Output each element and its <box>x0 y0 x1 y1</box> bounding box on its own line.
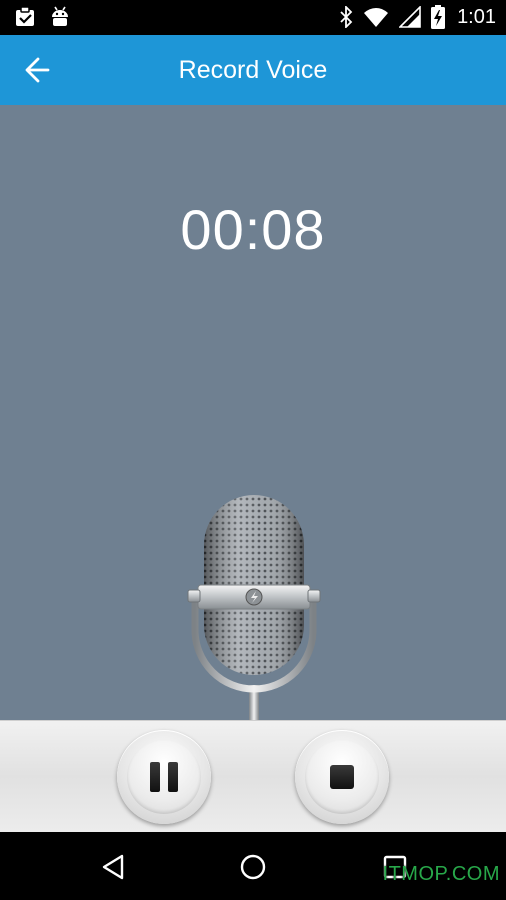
nav-back-icon[interactable] <box>98 852 128 882</box>
pause-button[interactable] <box>117 730 211 824</box>
recorder-area: 00:08 <box>0 105 506 720</box>
elapsed-timer: 00:08 <box>180 198 326 261</box>
stop-button[interactable] <box>295 730 389 824</box>
microphone-icon <box>187 495 321 720</box>
navigation-bar: ITMOP.COM <box>0 832 506 900</box>
wifi-icon <box>364 8 389 27</box>
page-title: Record Voice <box>178 56 328 84</box>
clipboard-check-icon <box>16 6 34 26</box>
bluetooth-icon <box>340 6 353 28</box>
pause-button-face <box>127 740 201 814</box>
battery-charging-icon <box>431 5 446 29</box>
status-left-icons <box>14 6 70 28</box>
status-right-icons: 1:01 <box>339 5 496 29</box>
app-bar: Record Voice <box>0 35 506 105</box>
recording-controls <box>0 720 506 832</box>
pause-icon <box>150 762 178 792</box>
stop-button-face <box>305 740 379 814</box>
status-time: 1:01 <box>457 6 496 28</box>
stop-icon <box>330 765 354 789</box>
status-bar: 1:01 <box>0 0 506 35</box>
nav-home-icon[interactable] <box>238 852 268 882</box>
android-debug-icon <box>52 6 68 26</box>
signal-icon <box>399 6 421 28</box>
watermark-text: ITMOP.COM <box>382 863 500 885</box>
